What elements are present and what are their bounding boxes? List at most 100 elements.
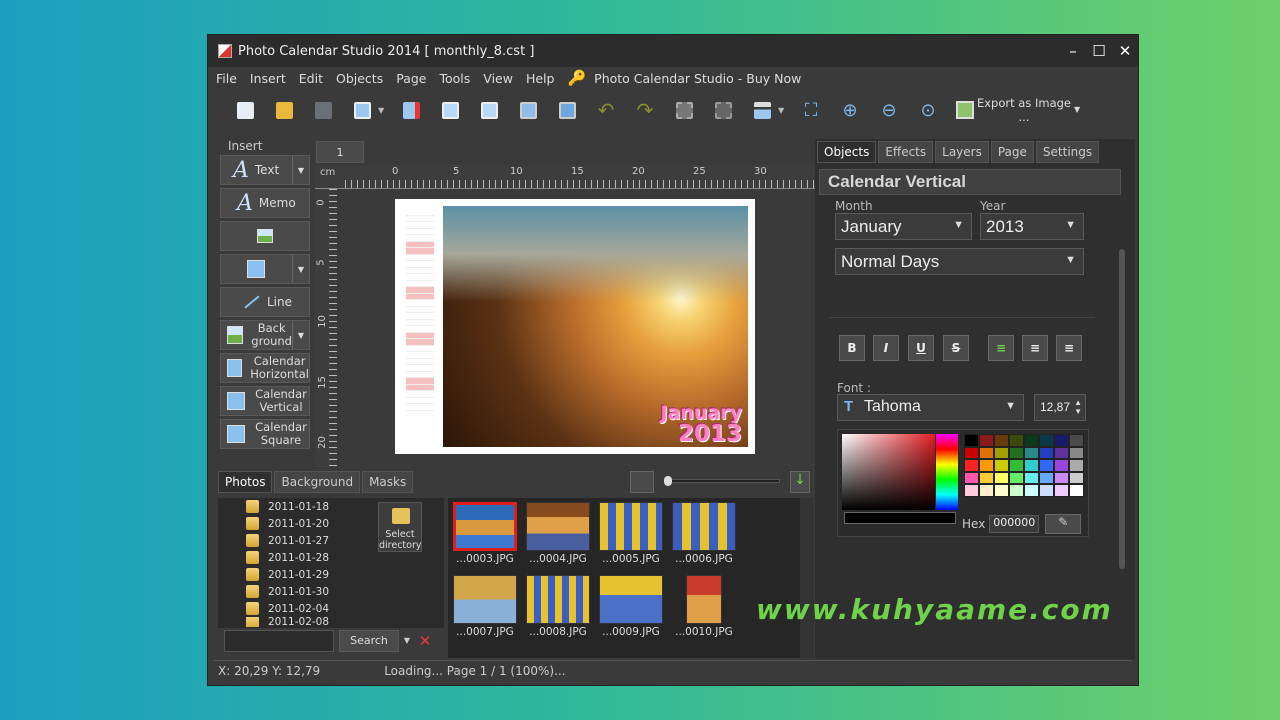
insert-line-button[interactable]: Line: [220, 287, 310, 317]
color-swatch[interactable]: [994, 471, 1009, 484]
folder-item[interactable]: 2011-01-29: [218, 566, 444, 583]
saturation-value-area[interactable]: [842, 434, 935, 510]
calendar-page[interactable]: January 2013: [395, 199, 755, 454]
minimize-button[interactable]: –: [1060, 42, 1086, 60]
properties-scrollbar[interactable]: [1119, 249, 1125, 569]
tab-settings[interactable]: Settings: [1035, 141, 1100, 163]
color-swatch[interactable]: [964, 459, 979, 472]
bold-button[interactable]: B: [839, 335, 865, 361]
chevron-down-icon[interactable]: ▼: [399, 630, 415, 652]
close-button[interactable]: ✕: [1112, 42, 1138, 60]
color-swatch[interactable]: [1024, 434, 1039, 447]
thumbnail[interactable]: ...0003.JPG: [452, 502, 518, 565]
color-swatch[interactable]: [979, 434, 994, 447]
chevron-down-icon[interactable]: ▼: [292, 156, 309, 184]
thumbnail-scrollbar[interactable]: [800, 498, 814, 658]
thumb-size-slider[interactable]: [664, 479, 780, 483]
canvas-area[interactable]: 1 cm 0 5 10 15 20 25 30 0 5 10 15 20 Jan…: [315, 139, 817, 467]
search-button[interactable]: Search: [339, 630, 399, 652]
color-swatch[interactable]: [1024, 446, 1039, 459]
maximize-button[interactable]: ☐: [1086, 42, 1112, 60]
strikethrough-button[interactable]: S: [943, 335, 969, 361]
tab-masks[interactable]: Masks: [362, 471, 414, 493]
slider-thumb[interactable]: [664, 476, 672, 486]
copy-icon[interactable]: [630, 471, 654, 493]
hue-slider[interactable]: [936, 434, 958, 510]
save-button[interactable]: [308, 95, 338, 125]
font-size-stepper[interactable]: 12,87 ▲ ▼: [1034, 394, 1086, 421]
color-swatch[interactable]: [1069, 434, 1084, 447]
add-page-button[interactable]: [347, 95, 377, 125]
eyedropper-icon[interactable]: ✎: [1045, 514, 1082, 534]
insert-memo-button[interactable]: A Memo: [220, 188, 310, 218]
tab-objects[interactable]: Objects: [817, 141, 877, 163]
color-swatch[interactable]: [1009, 459, 1024, 472]
send-back-button[interactable]: [552, 95, 582, 125]
menu-buy-now[interactable]: Photo Calendar Studio - Buy Now: [594, 71, 801, 86]
color-swatch[interactable]: [1024, 471, 1039, 484]
color-swatch[interactable]: [1054, 434, 1069, 447]
color-swatch[interactable]: [979, 471, 994, 484]
insert-background-button[interactable]: Back ground ▼: [220, 320, 310, 350]
chevron-down-icon[interactable]: ▼: [292, 255, 309, 283]
folder-tree[interactable]: 2011-01-18 2011-01-20 2011-01-27 2011-01…: [218, 498, 444, 628]
menu-edit[interactable]: Edit: [299, 71, 323, 86]
color-swatches[interactable]: [964, 434, 1084, 497]
color-swatch[interactable]: [1054, 446, 1069, 459]
vertical-calendar-days[interactable]: [406, 209, 434, 411]
import-icon[interactable]: ↓: [790, 471, 810, 493]
tab-background[interactable]: Background: [274, 471, 361, 493]
color-swatch[interactable]: [964, 484, 979, 497]
color-picker[interactable]: Hex 000000 ✎: [837, 429, 1089, 537]
tab-page[interactable]: Page: [990, 141, 1034, 163]
menu-objects[interactable]: Objects: [336, 71, 383, 86]
color-swatch[interactable]: [979, 446, 994, 459]
send-backward-button[interactable]: [513, 95, 543, 125]
align-right-button[interactable]: ≡: [1056, 335, 1082, 361]
zoom-fit-button[interactable]: ⛶: [796, 95, 826, 125]
font-select[interactable]: T Tahoma ▼: [837, 394, 1024, 421]
color-swatch[interactable]: [1039, 471, 1054, 484]
color-swatch[interactable]: [1009, 471, 1024, 484]
bring-forward-button[interactable]: [474, 95, 504, 125]
folder-item[interactable]: 2011-02-04: [218, 600, 444, 617]
chevron-down-icon[interactable]: ▼: [378, 106, 386, 115]
color-swatch[interactable]: [979, 484, 994, 497]
color-swatch[interactable]: [1039, 459, 1054, 472]
bring-front-button[interactable]: [435, 95, 465, 125]
color-swatch[interactable]: [1024, 459, 1039, 472]
underline-button[interactable]: U: [908, 335, 934, 361]
color-swatch[interactable]: [1069, 471, 1084, 484]
zoom-out-button[interactable]: ⊖: [874, 95, 904, 125]
hex-input[interactable]: 000000: [989, 515, 1040, 533]
select-directory-button[interactable]: Select directory: [378, 502, 422, 552]
color-swatch[interactable]: [1054, 459, 1069, 472]
page-tab[interactable]: 1: [316, 141, 364, 163]
thumbnail[interactable]: ...0010.JPG: [671, 575, 737, 638]
align-button[interactable]: [747, 95, 777, 125]
calendar-photo[interactable]: January 2013: [443, 206, 748, 447]
chevron-down-icon[interactable]: ▼: [292, 321, 309, 349]
clear-search-icon[interactable]: ✕: [415, 630, 435, 652]
color-swatch[interactable]: [964, 446, 979, 459]
open-button[interactable]: [269, 95, 299, 125]
color-swatch[interactable]: [994, 434, 1009, 447]
thumbnail[interactable]: ...0006.JPG: [671, 502, 737, 565]
color-swatch[interactable]: [1054, 484, 1069, 497]
color-swatch[interactable]: [1039, 484, 1054, 497]
insert-calendar-horizontal-button[interactable]: Calendar Horizontal: [220, 353, 310, 383]
month-select[interactable]: January ▼: [835, 213, 972, 240]
insert-calendar-square-button[interactable]: Calendar Square: [220, 419, 310, 449]
color-swatch[interactable]: [1009, 434, 1024, 447]
insert-calendar-vertical-button[interactable]: Calendar Vertical: [220, 386, 310, 416]
color-swatch[interactable]: [1039, 446, 1054, 459]
thumbnail[interactable]: ...0004.JPG: [525, 502, 591, 565]
folder-item[interactable]: 2011-01-30: [218, 583, 444, 600]
color-swatch[interactable]: [994, 484, 1009, 497]
color-swatch[interactable]: [1024, 484, 1039, 497]
export-image-button[interactable]: Export as Image... ▼: [956, 96, 1080, 124]
tab-layers[interactable]: Layers: [935, 141, 989, 163]
align-center-button[interactable]: ≡: [1022, 335, 1048, 361]
insert-shape-button[interactable]: ▼: [220, 254, 310, 284]
menu-page[interactable]: Page: [396, 71, 426, 86]
